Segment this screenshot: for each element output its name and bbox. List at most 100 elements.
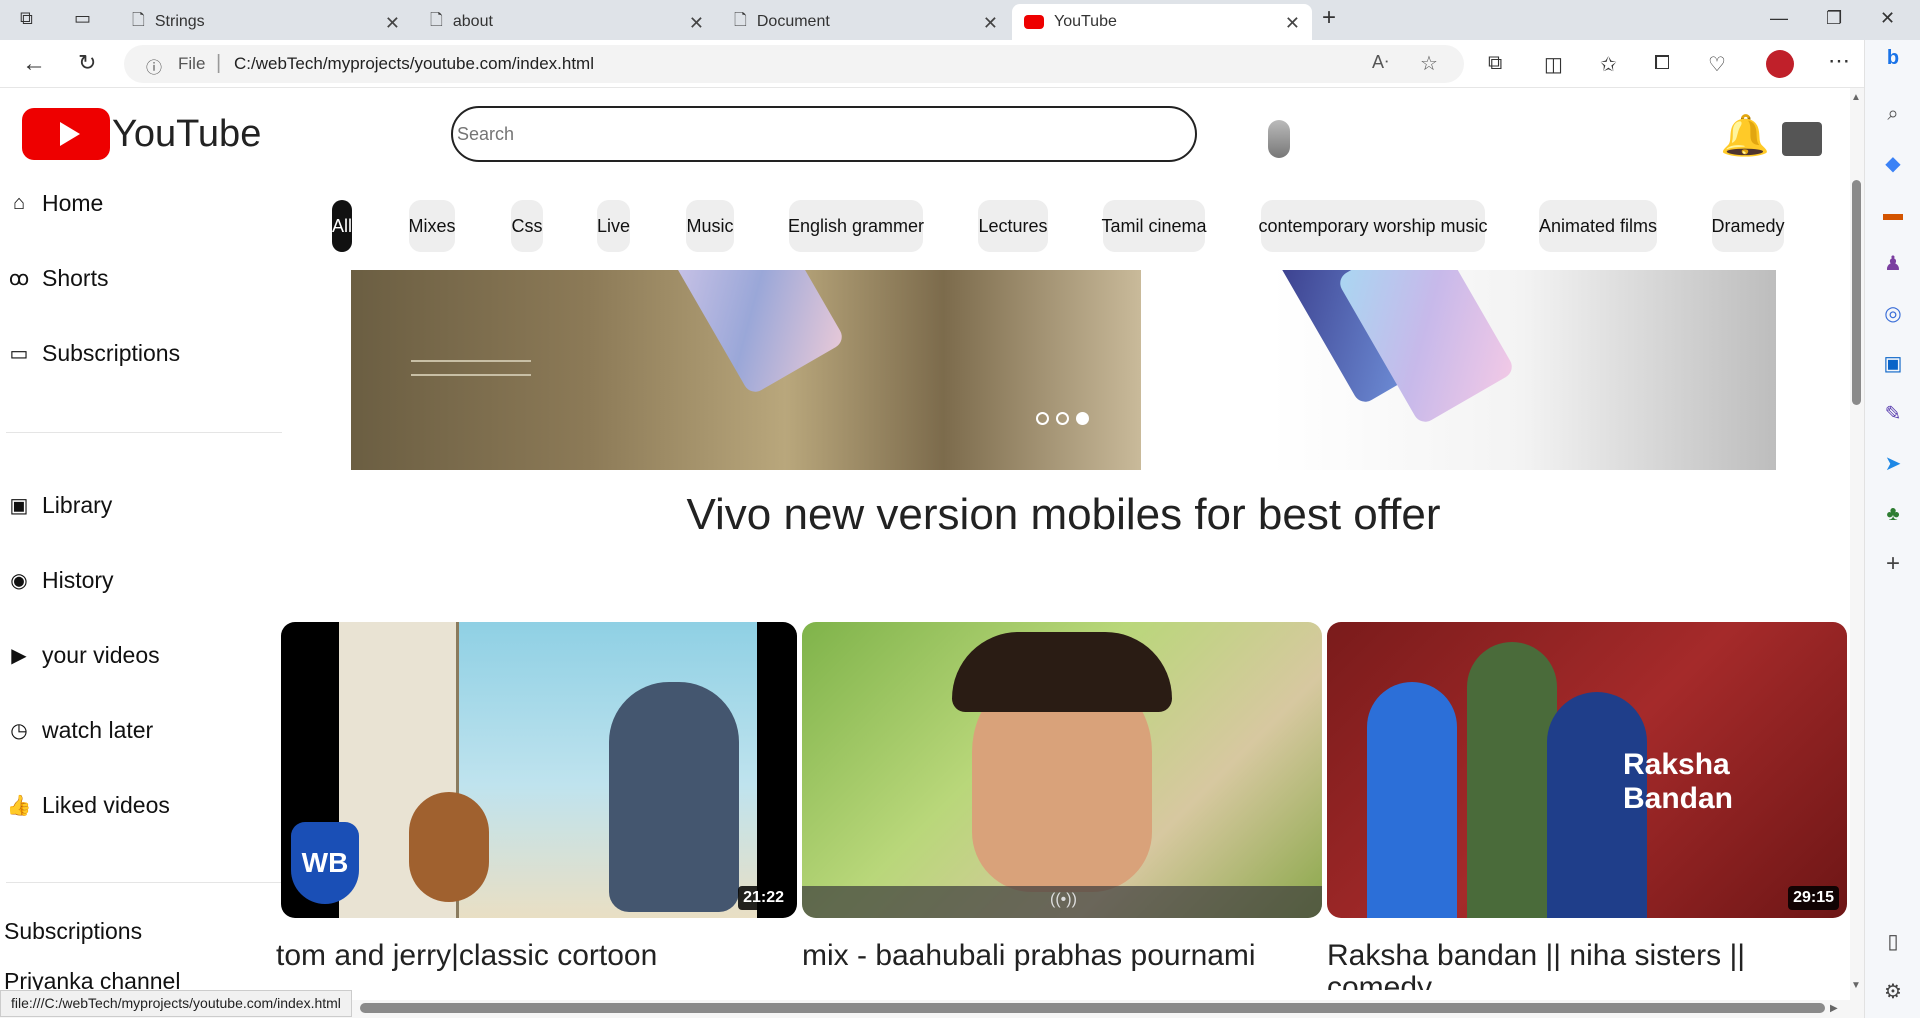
new-tab-icon[interactable]: +	[1322, 4, 1336, 32]
search-icon[interactable]: ⌕	[1881, 102, 1905, 126]
video-thumbnail[interactable]: Raksha Bandan 29:15	[1327, 622, 1847, 918]
scroll-down-arrow-icon[interactable]: ▼	[1851, 980, 1861, 991]
outlook-icon[interactable]: ▣	[1881, 352, 1905, 376]
settings-gear-icon[interactable]: ⚙	[1881, 980, 1905, 1004]
scroll-up-arrow-icon[interactable]: ▲	[1851, 92, 1861, 103]
banner-carousel[interactable]	[351, 270, 1776, 470]
carousel-dot[interactable]	[1056, 412, 1069, 425]
copilot-icon[interactable]: b	[1881, 46, 1905, 70]
tab-about[interactable]: 🗋 about ✕	[416, 4, 716, 40]
youtube-favicon-icon	[1024, 15, 1044, 29]
sidebar-toggle-icon[interactable]: ▯	[1881, 930, 1905, 954]
sidebar-item-label: Home	[42, 190, 104, 216]
search-input[interactable]	[451, 106, 1197, 162]
thumbs-up-icon: 👍	[6, 795, 32, 817]
person-shape	[1367, 682, 1457, 918]
close-icon[interactable]: ✕	[983, 13, 998, 34]
split-screen-icon[interactable]: ◫	[1544, 52, 1563, 77]
chip-english-grammer[interactable]: English grammer	[788, 200, 924, 252]
hair-shape	[952, 632, 1172, 712]
sidebar-item-your-videos[interactable]: ▶ your videos	[4, 642, 159, 669]
youtube-play-icon	[22, 108, 110, 160]
tree-icon[interactable]: ♣	[1881, 502, 1905, 526]
subscriptions-heading: Subscriptions	[4, 918, 143, 944]
chip-animated-films[interactable]: Animated films	[1539, 200, 1657, 252]
tab-youtube[interactable]: YouTube ✕	[1012, 4, 1312, 40]
chip-css[interactable]: Css	[511, 200, 543, 252]
chip-dramedy[interactable]: Dramedy	[1711, 200, 1785, 252]
url-field[interactable]: ⓘ File | C:/webTech/myprojects/youtube.c…	[124, 45, 1464, 83]
favorites-icon[interactable]: ✩	[1600, 52, 1617, 77]
sidebar-item-history[interactable]: ◉ History	[4, 567, 113, 594]
sidebar-item-watch-later[interactable]: ◷ watch later	[4, 717, 153, 744]
back-arrow-icon[interactable]: ←	[22, 50, 46, 78]
chip-lectures[interactable]: Lectures	[978, 200, 1048, 252]
shopping-tag-icon[interactable]: ◆	[1881, 152, 1905, 176]
notifications-bell-icon[interactable]: 🔔	[1720, 112, 1770, 159]
create-video-camera-icon[interactable]	[1782, 122, 1822, 156]
video-title[interactable]: tom and jerry|classic cortoon	[276, 940, 786, 972]
tab-document[interactable]: 🗋 Document ✕	[720, 4, 1010, 40]
profile-avatar[interactable]	[1766, 50, 1794, 78]
phone-shape	[665, 270, 847, 397]
banner-image-man-with-phone	[351, 270, 1141, 470]
chip-label: Css	[511, 215, 543, 236]
carousel-dot[interactable]	[1036, 412, 1049, 425]
tools-icon[interactable]: ▬	[1881, 202, 1905, 226]
window-close-icon[interactable]: ✕	[1880, 8, 1895, 29]
add-icon[interactable]: +	[1881, 552, 1905, 576]
sidebar-item-library[interactable]: ▣ Library	[4, 492, 113, 519]
games-icon[interactable]: ♟	[1881, 252, 1905, 276]
read-aloud-icon[interactable]: Aᐧ	[1372, 52, 1389, 73]
scroll-right-arrow-icon[interactable]: ▶	[1830, 1003, 1838, 1014]
office-icon[interactable]: ◎	[1881, 302, 1905, 326]
vertical-scrollbar-thumb[interactable]	[1852, 180, 1861, 405]
cartoon-scene	[339, 622, 757, 918]
subscriptions-icon: ▭	[9, 343, 29, 365]
send-icon[interactable]: ➤	[1881, 452, 1905, 476]
sidebar-item-subscriptions[interactable]: ▭ Subscriptions	[4, 340, 181, 367]
video-thumbnail[interactable]: ((•))	[802, 622, 1322, 918]
chip-music[interactable]: Music	[686, 200, 734, 252]
youtube-logo[interactable]: YouTube	[22, 108, 261, 160]
chip-mixes[interactable]: Mixes	[409, 200, 456, 252]
designer-icon[interactable]: ✎	[1881, 402, 1905, 426]
clock-icon: ◷	[10, 720, 28, 742]
chip-live[interactable]: Live	[597, 200, 630, 252]
performance-icon[interactable]: ♡	[1708, 52, 1726, 77]
info-icon[interactable]: ⓘ	[146, 54, 162, 78]
banner-headline: Vivo new version mobiles for best offer	[686, 490, 1441, 539]
chip-all[interactable]: All	[332, 200, 352, 252]
chip-contemporary-worship-music[interactable]: contemporary worship music	[1258, 200, 1488, 252]
refresh-icon[interactable]: ↻	[78, 50, 96, 76]
close-icon[interactable]: ✕	[1285, 13, 1300, 34]
minimize-icon[interactable]: —	[1770, 8, 1788, 29]
sidebar-item-home[interactable]: ⌂ Home	[4, 190, 103, 217]
banner-image-phones	[1271, 270, 1776, 470]
tab-strings[interactable]: 🗋 Strings ✕	[112, 4, 412, 40]
sidebar-item-label: Library	[42, 492, 113, 518]
microphone-icon[interactable]	[1268, 120, 1290, 158]
chip-label: Dramedy	[1711, 215, 1785, 236]
status-bar-url: file:///C:/webTech/myprojects/youtube.co…	[0, 990, 352, 1017]
carousel-dot-active[interactable]	[1076, 412, 1089, 425]
person-shape	[1467, 642, 1557, 918]
restore-icon[interactable]: ❐	[1826, 8, 1842, 29]
chip-tamil-cinema[interactable]: Tamil cinema	[1101, 200, 1207, 252]
sidebar-item-liked-videos[interactable]: 👍 Liked videos	[4, 792, 170, 819]
sidebar-item-shorts[interactable]: ꝏ Shorts	[4, 265, 109, 292]
close-icon[interactable]: ✕	[385, 13, 400, 34]
horizontal-scrollbar-thumb[interactable]	[360, 1003, 1825, 1013]
video-thumbnail[interactable]: WB 21:22	[281, 622, 797, 918]
collections-icon[interactable]: ⧠	[1654, 52, 1670, 75]
extensions-icon[interactable]: ⧉	[1488, 52, 1502, 75]
more-menu-icon[interactable]: ⋯	[1828, 48, 1850, 74]
workspaces-icon[interactable]: ⧉	[20, 8, 33, 29]
tab-actions-icon[interactable]: ▭	[74, 8, 91, 29]
video-duration: 21:22	[738, 886, 789, 910]
close-icon[interactable]: ✕	[689, 13, 704, 34]
video-title[interactable]: mix - baahubali prabhas pournami	[802, 940, 1322, 972]
video-title[interactable]: Raksha bandan || niha sisters || comedy	[1327, 940, 1787, 990]
page-icon: 🗋	[430, 11, 443, 29]
favorite-star-icon[interactable]: ☆	[1420, 51, 1438, 76]
